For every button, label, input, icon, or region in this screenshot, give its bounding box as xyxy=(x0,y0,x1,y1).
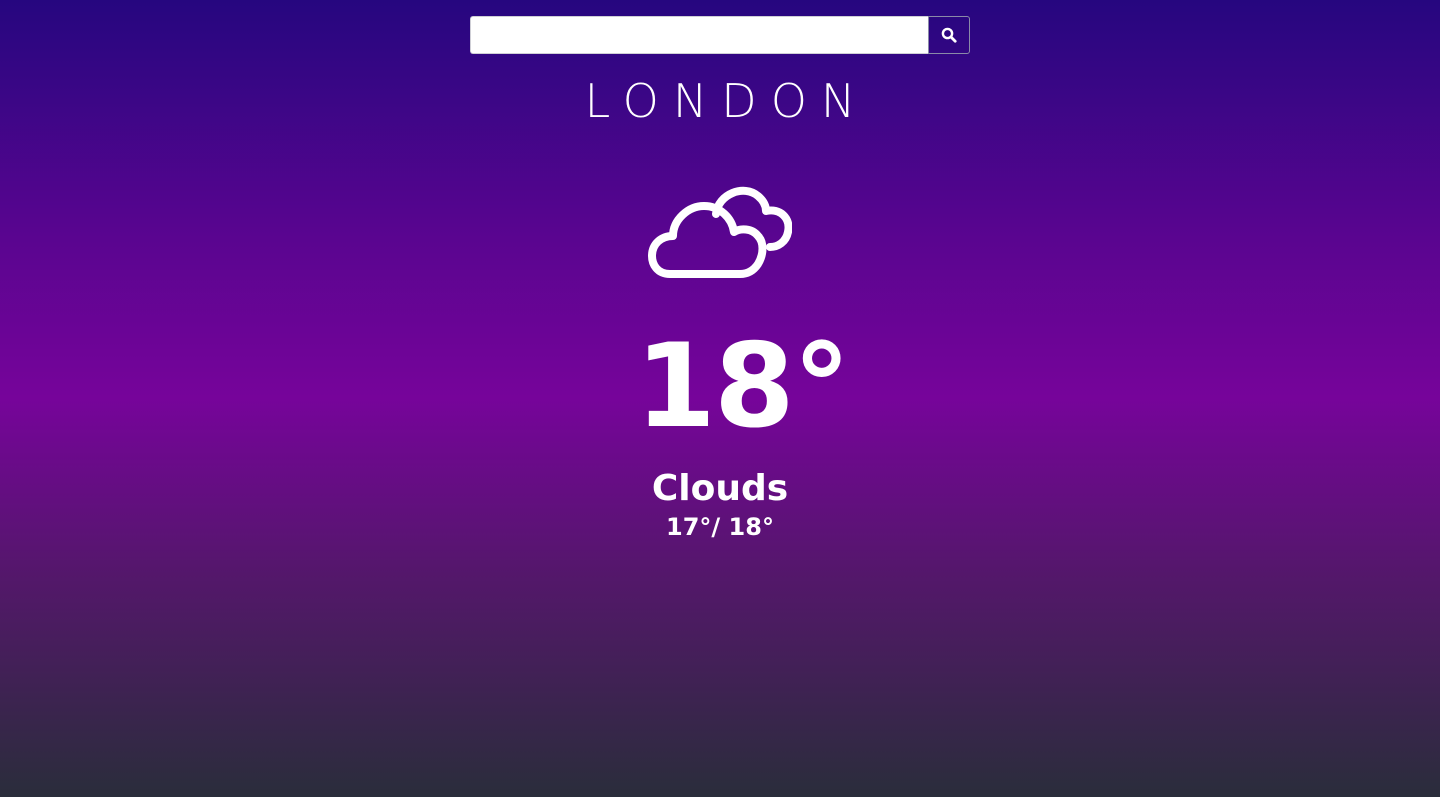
search-bar xyxy=(470,16,970,54)
clouds-icon xyxy=(648,184,793,282)
search-icon xyxy=(941,27,957,43)
weather-condition: Clouds xyxy=(651,468,789,509)
min-max-temperature: 17°/ 18° xyxy=(666,513,774,541)
city-name: LONDON xyxy=(584,74,870,128)
current-temperature: 18° xyxy=(635,319,850,454)
search-input[interactable] xyxy=(470,16,928,54)
search-button[interactable] xyxy=(928,16,970,54)
